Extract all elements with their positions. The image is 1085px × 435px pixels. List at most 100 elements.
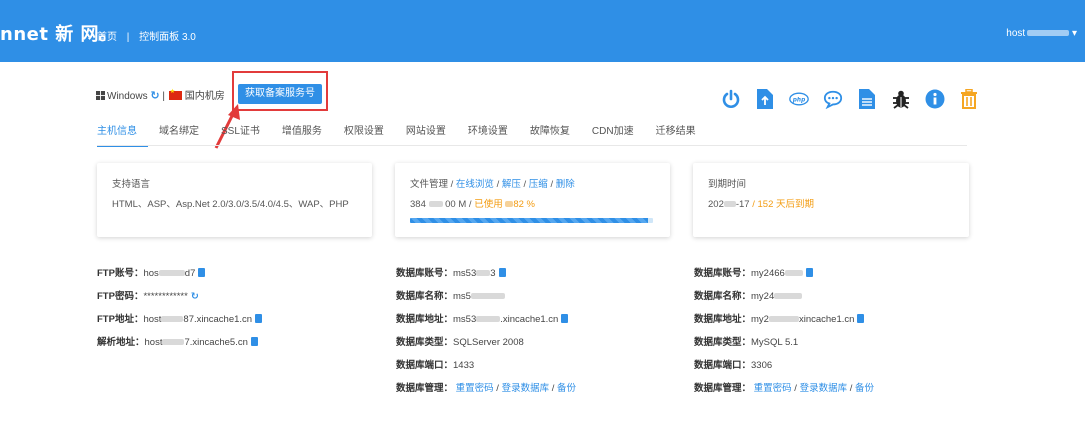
disk-total-value: 00 M /: [445, 199, 475, 210]
copy-icon[interactable]: [498, 268, 506, 277]
php-icon[interactable]: php: [789, 88, 809, 110]
expiry-date-prefix: 202: [708, 199, 724, 210]
document-icon[interactable]: [857, 88, 877, 110]
field-value: ms5: [453, 291, 471, 302]
chat-icon[interactable]: [823, 88, 843, 110]
tab-value-added[interactable]: 增值服务: [271, 123, 333, 145]
masked-value: [768, 316, 799, 323]
tab-migration[interactable]: 迁移结果: [645, 123, 707, 145]
field-label: FTP密码：: [97, 291, 144, 302]
copy-icon[interactable]: [198, 268, 206, 277]
copy-icon[interactable]: [250, 337, 258, 346]
masked-value: [428, 201, 443, 208]
tab-environment[interactable]: 环境设置: [457, 123, 519, 145]
disk-usage-text: 384 00 M / 已使用 82 %: [410, 196, 535, 210]
tab-ssl[interactable]: SSL证书: [210, 123, 271, 145]
masked-value: [476, 270, 491, 277]
reset-password-link[interactable]: 重置密码: [754, 383, 792, 394]
china-flag-icon: [168, 88, 182, 100]
host-info-line: Windows ↻ | 国内机房: [96, 87, 225, 102]
user-menu[interactable]: host ▾: [1006, 28, 1077, 39]
unzip-link[interactable]: 解压: [502, 179, 521, 190]
tab-permissions[interactable]: 权限设置: [333, 123, 395, 145]
db-account-row: 数据库账号：ms53 3: [396, 268, 576, 291]
field-label: 数据库管理：: [396, 383, 454, 394]
user-name-mask: [1027, 30, 1070, 37]
bug-icon[interactable]: [891, 88, 911, 110]
tab-recovery[interactable]: 故障恢复: [519, 123, 581, 145]
login-database-link[interactable]: 登录数据库: [502, 383, 550, 394]
user-name: host: [1006, 28, 1026, 39]
masked-value: [723, 201, 736, 208]
file-management-card: 文件管理 / 在线浏览 / 解压 / 压缩 / 删除 384 00 M / 已使…: [395, 163, 670, 237]
db-type-row: 数据库类型：SQLServer 2008: [396, 337, 576, 360]
db-port-row: 数据库端口：3306: [694, 360, 874, 383]
info-icon[interactable]: [925, 88, 945, 110]
ftp-address-row: FTP地址：host 87.xincache1.cn: [97, 314, 263, 337]
disk-usage-progress-fill: [410, 218, 649, 223]
os-label: Windows: [107, 91, 148, 102]
field-label: 解析地址：: [97, 337, 145, 348]
field-value: 3: [490, 268, 496, 279]
trash-icon[interactable]: [959, 88, 979, 110]
tab-domain-binding[interactable]: 域名绑定: [148, 123, 210, 145]
reset-password-link[interactable]: 重置密码: [456, 383, 494, 394]
copy-icon[interactable]: [857, 314, 865, 323]
field-value: 7.xincache5.cn: [184, 337, 248, 348]
field-value: 87.xincache1.cn: [183, 314, 253, 325]
masked-value: [162, 339, 185, 346]
zip-link[interactable]: 压缩: [529, 179, 548, 190]
info-separator: |: [162, 91, 165, 102]
tab-website-settings[interactable]: 网站设置: [395, 123, 457, 145]
link-separator: /: [547, 179, 556, 190]
field-label: 数据库账号：: [396, 268, 454, 279]
db-manage-row: 数据库管理： 重置密码 / 登录数据库 / 备份: [694, 383, 875, 394]
delete-link[interactable]: 删除: [556, 179, 575, 190]
power-icon[interactable]: [721, 88, 741, 110]
resolve-address-row: 解析地址：host 7.xincache5.cn: [97, 337, 262, 360]
login-database-link[interactable]: 登录数据库: [800, 383, 848, 394]
tab-host-info[interactable]: 主机信息: [97, 123, 148, 147]
ftp-password-row: FTP密码：************ ↻: [97, 291, 262, 314]
file-management-label: 文件管理 /: [410, 179, 456, 190]
region-label: 国内机房: [184, 91, 225, 102]
field-value: .xincache1.cn: [500, 314, 559, 325]
field-value: my24: [751, 291, 775, 302]
backup-link[interactable]: 备份: [557, 383, 576, 394]
tab-bar: 主机信息 域名绑定 SSL证书 增值服务 权限设置 网站设置 环境设置 故障恢复…: [97, 123, 707, 147]
db-port-row: 数据库端口：1433: [396, 360, 576, 383]
field-label: FTP账号：: [97, 268, 144, 279]
ftp-account-row: FTP账号：hos d7: [97, 268, 262, 291]
breadcrumb-nav: 首页 | 控制面板 3.0: [97, 28, 196, 43]
field-value: ms53: [453, 268, 477, 279]
nav-control-panel-link[interactable]: 控制面板 3.0: [139, 32, 196, 43]
nav-home-link[interactable]: 首页: [97, 32, 117, 43]
field-label: 数据库类型：: [694, 337, 752, 348]
file-upload-icon[interactable]: [755, 88, 775, 110]
copy-icon[interactable]: [255, 314, 263, 323]
field-label: 数据库地址：: [694, 314, 752, 325]
field-value: MySQL 5.1: [751, 337, 799, 348]
field-label: 数据库管理：: [694, 383, 752, 394]
get-filing-number-button[interactable]: 获取备案服务号: [238, 84, 322, 104]
copy-icon[interactable]: [561, 314, 569, 323]
copy-icon[interactable]: [805, 268, 813, 277]
db-address-row: 数据库地址：ms53 .xincache1.cn: [396, 314, 576, 337]
field-value: ************: [143, 291, 188, 302]
masked-value: [476, 316, 501, 323]
field-value: d7: [184, 268, 196, 279]
mysql-info-column: 数据库账号：my2466 数据库名称：my24 数据库地址：my2 xincach…: [694, 268, 874, 406]
language-card: 支持语言 HTML、ASP、Asp.Net 2.0/3.0/3.5/4.0/4.…: [97, 163, 372, 237]
backup-link[interactable]: 备份: [855, 383, 874, 394]
used-label: 已使用: [474, 199, 503, 210]
tab-cdn[interactable]: CDN加速: [581, 123, 645, 145]
field-label: 数据库端口：: [694, 360, 752, 371]
sqlserver-info-column: 数据库账号：ms53 3 数据库名称：ms5 数据库地址：ms53 .xincach…: [396, 268, 576, 406]
field-label: 数据库地址：: [396, 314, 454, 325]
file-card-title: 文件管理 / 在线浏览 / 解压 / 压缩 / 删除: [410, 176, 575, 190]
refresh-icon[interactable]: ↻: [150, 90, 159, 102]
ftp-info-column: FTP账号：hos d7 FTP密码：************ ↻ FTP地址：ho…: [97, 268, 263, 360]
browse-online-link[interactable]: 在线浏览: [456, 179, 494, 190]
refresh-icon[interactable]: ↻: [191, 291, 199, 302]
field-value: my2466: [751, 268, 785, 279]
